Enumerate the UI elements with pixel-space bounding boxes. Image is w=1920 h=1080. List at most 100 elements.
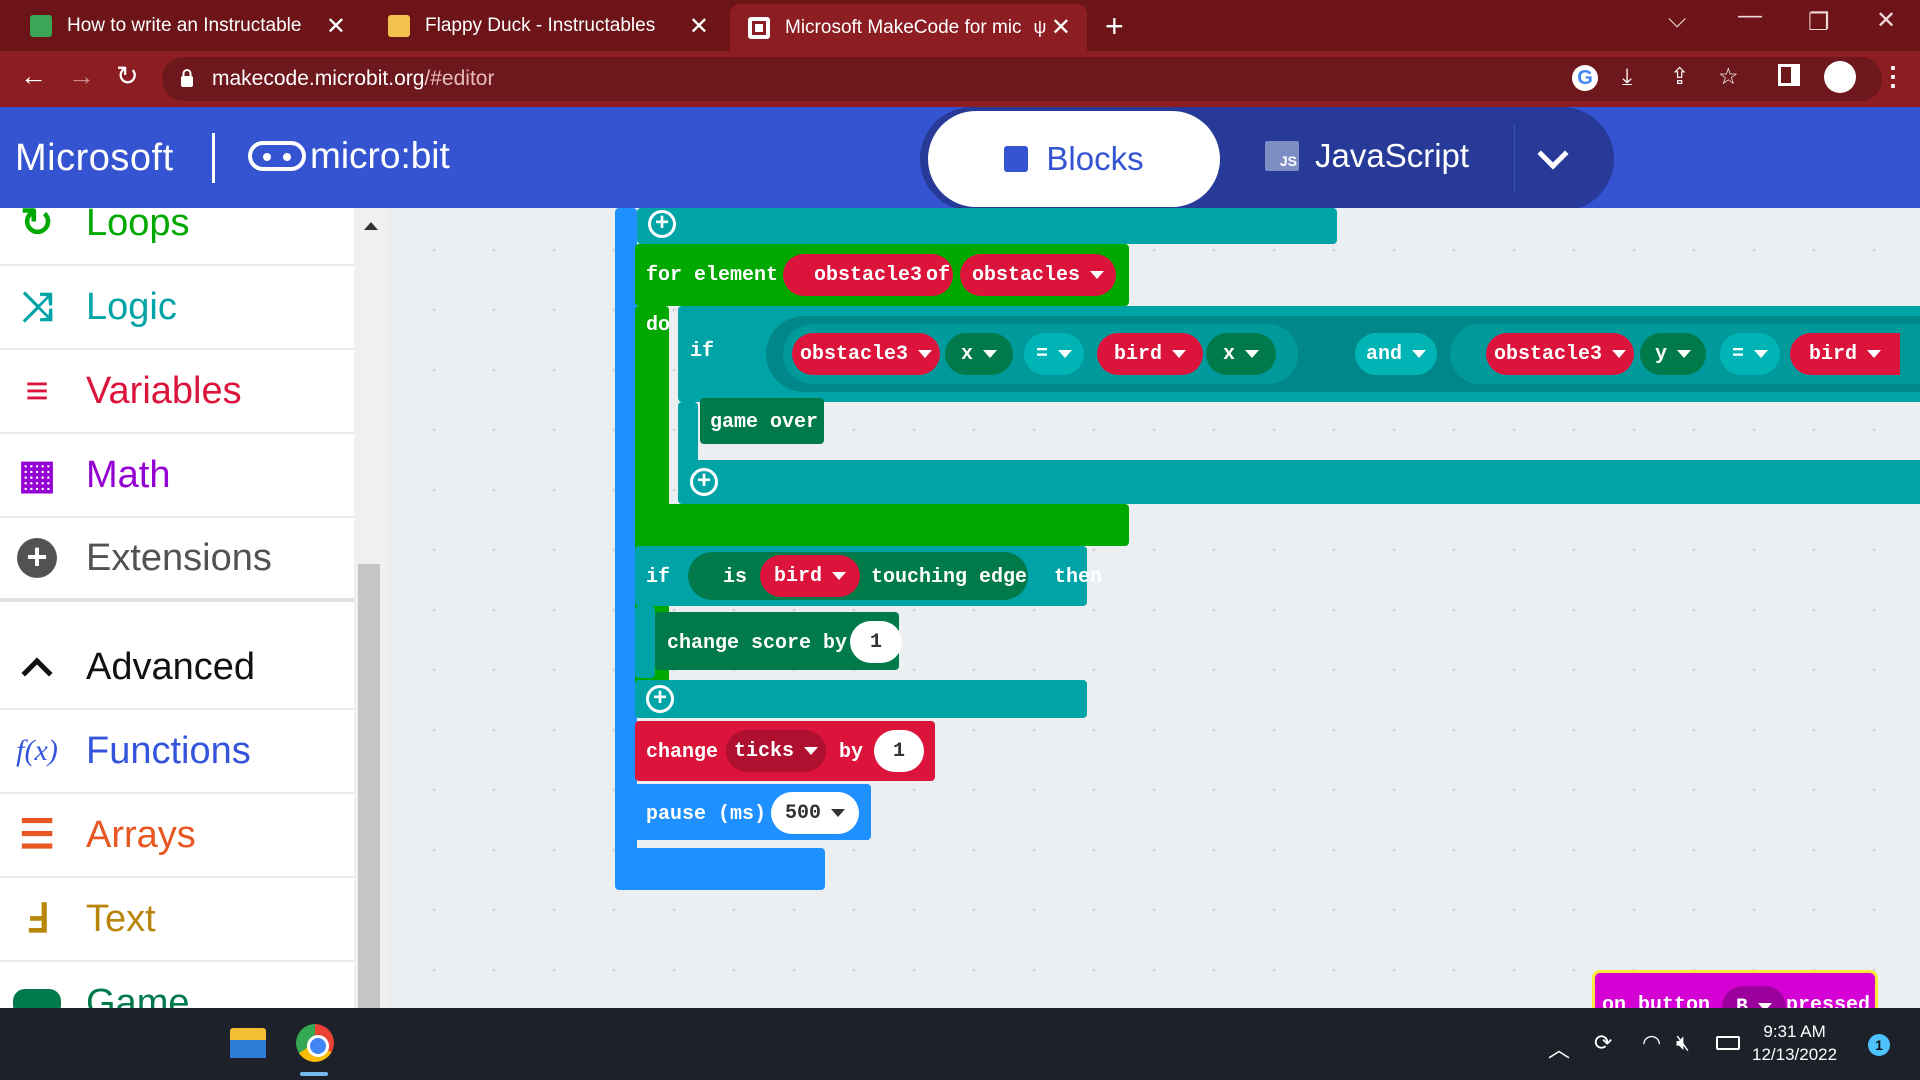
by-label: by	[839, 741, 864, 764]
reload-icon[interactable]: ↻	[116, 61, 139, 92]
tab-makecode[interactable]: Microsoft MakeCode for mic ψ ✕	[730, 4, 1087, 51]
microbit-logo[interactable]: micro:bit	[248, 135, 450, 177]
toolbox-item-arrays[interactable]: ☰ Arrays	[0, 794, 354, 878]
for-list-dropdown[interactable]: obstacles	[960, 254, 1116, 296]
window-close-icon[interactable]: ✕	[1876, 6, 1896, 35]
sync-icon[interactable]: ⟳	[1594, 1030, 1612, 1056]
add-else-icon[interactable]: +	[646, 685, 674, 713]
compare2-operator[interactable]: =	[1720, 333, 1780, 375]
compare1-right-property[interactable]: x	[1206, 333, 1276, 375]
address-bar[interactable]: makecode.microbit.org/#editor G ⤓ ⇪ ☆	[162, 57, 1882, 101]
notification-badge[interactable]: 1	[1868, 1034, 1890, 1056]
microbit-label: micro:bit	[310, 135, 450, 176]
toolbox-item-functions[interactable]: f(x) Functions	[0, 710, 354, 794]
toolbox-item-text[interactable]: Ⅎ Text	[0, 878, 354, 962]
if-label: if	[646, 566, 671, 589]
compare2-left-property[interactable]: y	[1640, 333, 1706, 375]
tab-search-icon[interactable]: ⌵	[1668, 6, 1686, 34]
bookmark-star-icon[interactable]: ☆	[1718, 63, 1739, 90]
blocks-tab[interactable]: Blocks	[928, 111, 1220, 207]
compare2-left-variable[interactable]: obstacle3	[1486, 333, 1634, 375]
pause-duration-dropdown[interactable]: 500	[771, 792, 859, 834]
scrollbar-thumb[interactable]	[358, 564, 380, 1008]
do-label: do	[646, 314, 671, 337]
game-over-label: game over	[710, 411, 819, 434]
toolbox-item-extensions[interactable]: + Extensions	[0, 518, 354, 602]
close-tab-icon[interactable]: ✕	[689, 12, 709, 41]
toolbox-item-logic[interactable]: ⤨ Logic	[0, 266, 354, 350]
blocks-workspace[interactable]: + for element obstacle3 of obstacles do …	[388, 208, 1920, 1008]
lock-icon	[181, 69, 193, 87]
side-panel-icon[interactable]	[1778, 64, 1800, 86]
if-block-footer	[678, 460, 1920, 504]
extensions-icon: +	[12, 536, 62, 580]
touching-edge-label: touching edge	[871, 566, 1028, 589]
toolbox-label: Extensions	[86, 536, 272, 579]
close-tab-icon[interactable]: ✕	[1051, 13, 1071, 42]
browser-menu-icon[interactable]: ⋮	[1880, 61, 1906, 92]
wifi-icon[interactable]: ◠	[1642, 1030, 1661, 1056]
logic-icon: ⤨	[21, 284, 53, 329]
is-label: is	[723, 566, 748, 589]
new-tab-icon[interactable]: +	[1105, 8, 1124, 45]
pressed-label: pressed	[1786, 994, 1871, 1008]
tab-how-to-write[interactable]: How to write an Instructable ✕	[12, 0, 362, 51]
back-icon[interactable]: ←	[20, 61, 47, 92]
if-touching-spine	[635, 606, 655, 678]
toolbox-item-variables[interactable]: ≡ Variables	[0, 350, 354, 434]
microbit-robot-icon	[248, 141, 306, 171]
for-element-label: for element	[646, 264, 779, 287]
restore-icon[interactable]: ❐	[1808, 8, 1830, 37]
clock[interactable]: 9:31 AM 12/13/2022	[1752, 1020, 1837, 1066]
close-tab-icon[interactable]: ✕	[326, 12, 346, 41]
button-selector-dropdown[interactable]: B	[1722, 986, 1786, 1008]
change-label: change	[646, 741, 719, 764]
logo-divider	[212, 133, 215, 183]
chevron-down-icon[interactable]	[1537, 138, 1569, 170]
add-else-icon[interactable]: +	[690, 468, 718, 496]
battery-icon[interactable]	[1716, 1036, 1740, 1050]
compare1-left-property[interactable]: x	[945, 333, 1013, 375]
forever-block-spine[interactable]	[615, 208, 637, 888]
toolbox-item-math[interactable]: ▦ Math	[0, 434, 354, 518]
toolbox-item-advanced[interactable]: Advanced	[0, 626, 354, 710]
add-else-icon[interactable]: +	[648, 210, 676, 238]
switcher-divider	[1514, 125, 1515, 193]
javascript-tab[interactable]: JS JavaScript	[1265, 137, 1469, 175]
minimize-icon[interactable]: —	[1738, 2, 1762, 30]
functions-icon: f(x)	[16, 734, 58, 767]
toolbox-item-loops[interactable]: ↻ Loops	[0, 208, 354, 266]
toolbox-label: Loops	[86, 208, 190, 244]
share-icon[interactable]: ⇪	[1670, 63, 1689, 90]
windows-taskbar: ︿ ⟳ ◠ 🔇︎ 9:31 AM 12/13/2022 1	[0, 1008, 1920, 1080]
toolbox-item-game[interactable]: Game	[0, 962, 354, 1008]
microsoft-logo[interactable]: Microsoft	[15, 137, 174, 180]
compare2-right-variable[interactable]: bird	[1790, 333, 1900, 375]
if-label: if	[690, 340, 715, 363]
google-icon[interactable]: G	[1572, 65, 1598, 91]
profile-avatar[interactable]	[1824, 61, 1856, 93]
install-app-icon[interactable]: ⤓	[1622, 63, 1632, 90]
for-of-label: of	[926, 264, 951, 287]
on-button-label: on button	[1602, 994, 1711, 1008]
compare1-right-variable[interactable]: bird	[1097, 333, 1203, 375]
chrome-icon[interactable]	[296, 1024, 334, 1062]
score-amount-input[interactable]: 1	[850, 621, 902, 663]
microbit-favicon	[748, 16, 770, 39]
and-operator[interactable]: and	[1355, 333, 1437, 375]
file-explorer-icon[interactable]	[230, 1028, 266, 1058]
volume-muted-icon[interactable]: 🔇︎	[1676, 1030, 1690, 1056]
compare1-left-variable[interactable]: obstacle3	[792, 333, 940, 375]
compare1-operator[interactable]: =	[1024, 333, 1084, 375]
toolbox-label: Text	[86, 897, 156, 940]
tab-title: Microsoft MakeCode for mic	[785, 16, 1022, 38]
math-icon: ▦	[18, 453, 56, 497]
forward-icon[interactable]: →	[68, 61, 95, 92]
tray-overflow-icon[interactable]: ︿	[1548, 1032, 1570, 1064]
toolbox-scrollbar[interactable]	[354, 208, 388, 1008]
tab-flappy-duck[interactable]: Flappy Duck - Instructables ✕	[370, 0, 725, 51]
touching-sprite-dropdown[interactable]: bird	[760, 555, 860, 597]
scroll-up-arrow-icon[interactable]	[364, 222, 378, 230]
ticks-variable-dropdown[interactable]: ticks	[726, 730, 826, 772]
ticks-amount-input[interactable]: 1	[874, 730, 924, 772]
